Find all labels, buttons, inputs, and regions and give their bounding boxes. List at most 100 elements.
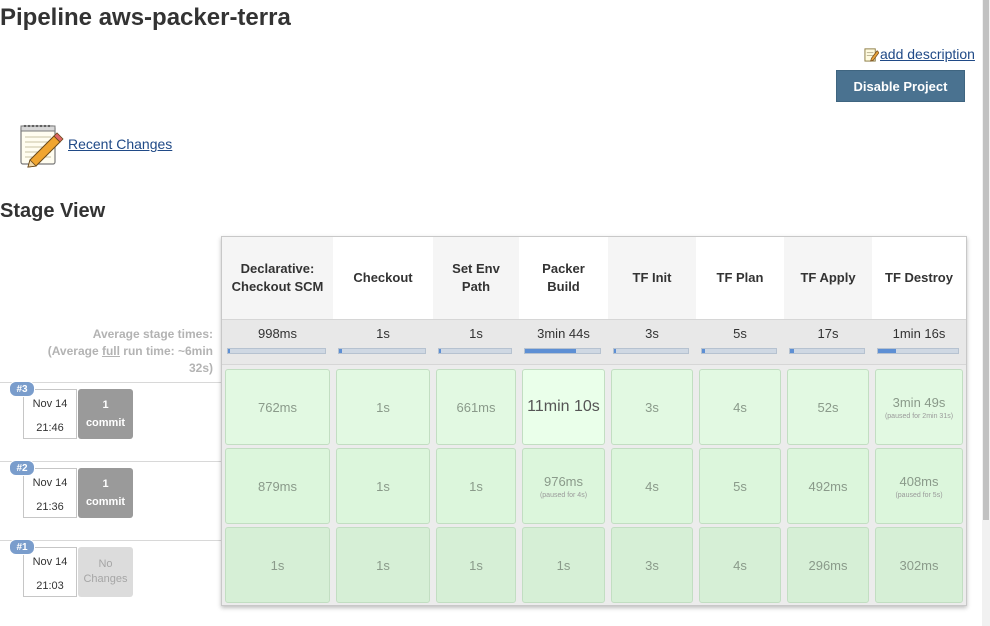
stage-cell[interactable]: 661ms (436, 369, 516, 445)
stage-duration: 52s (817, 399, 839, 415)
stage-duration: 3s (645, 399, 659, 415)
average-stage-time: 998ms (222, 320, 333, 364)
build-time: 21:36 (36, 501, 64, 513)
average-times-row: 998ms 1s 1s 3min 44s 3s 5s 17s 1min 16s (222, 319, 966, 365)
scrollbar-thumb[interactable] (983, 0, 989, 520)
stage-cell[interactable]: 762ms (225, 369, 330, 445)
stage-duration: 661ms (456, 399, 496, 415)
commits-label: commit (85, 496, 126, 508)
stage-duration: 1s (376, 399, 390, 415)
commits-label: commit (85, 417, 126, 429)
stage-cell[interactable]: 3s (611, 527, 693, 603)
average-time-bar (227, 348, 326, 354)
build-number-badge[interactable]: #3 (9, 381, 35, 397)
commits-count: 1 (102, 399, 109, 411)
stage-header: TF Destroy (872, 237, 966, 319)
stage-cell[interactable]: 11min 10s (522, 369, 605, 445)
average-time-bar-fill (790, 349, 795, 353)
stage-cell[interactable]: 976ms (paused for 4s) (522, 448, 605, 524)
average-stage-time-value: 17s (817, 326, 839, 341)
stage-cell[interactable]: 408ms (paused for 5s) (875, 448, 963, 524)
stage-duration: 879ms (257, 478, 298, 494)
stage-cell[interactable]: 3min 49s (paused for 2min 31s) (875, 369, 963, 445)
average-time-bar (613, 348, 689, 354)
avg-label-suffix: run time: ~6min (119, 344, 213, 358)
commits-label: Changes (83, 573, 128, 585)
average-stage-times-label: Average stage times: (Average full run t… (0, 326, 213, 377)
build-time: 21:46 (36, 422, 64, 434)
average-time-bar-fill (339, 349, 342, 353)
avg-label-line1: Average stage times: (92, 327, 213, 341)
add-description-link[interactable]: add description (880, 46, 975, 62)
average-time-bar-fill (614, 349, 617, 353)
average-time-bar-fill (878, 349, 896, 353)
average-time-bar-fill (439, 349, 442, 353)
stage-duration: 3min 49s (892, 394, 946, 410)
stage-cell[interactable]: 3s (611, 369, 693, 445)
stage-cell[interactable]: 4s (611, 448, 693, 524)
stage-duration: 5s (733, 478, 747, 494)
average-time-bar-fill (525, 349, 576, 353)
stage-duration: 302ms (899, 557, 939, 573)
stage-cell[interactable]: 1s (336, 527, 430, 603)
stage-header: Declarative: Checkout SCM (222, 237, 333, 319)
avg-label-full-link[interactable]: full (102, 344, 120, 358)
commits-count: 1 (102, 478, 109, 490)
average-stage-time: 1s (433, 320, 519, 364)
stage-cell[interactable]: 302ms (875, 527, 963, 603)
average-stage-time-value: 3s (645, 326, 659, 341)
build-date: Nov 14 (32, 556, 68, 568)
stage-cell[interactable]: 492ms (787, 448, 869, 524)
stage-cell[interactable]: 4s (699, 527, 781, 603)
average-stage-time-value: 998ms (257, 326, 298, 341)
stage-duration: 1s (469, 557, 483, 573)
average-time-bar (338, 348, 426, 354)
recent-changes-link[interactable]: Recent Changes (68, 136, 172, 152)
paused-note: (paused for 5s) (895, 491, 943, 499)
stage-duration: 4s (645, 478, 659, 494)
avg-label-prefix: (Average (47, 344, 102, 358)
stage-header: TF Init (608, 237, 696, 319)
paused-note: (paused for 4s) (539, 491, 588, 499)
commits-button[interactable]: 1 commit (78, 389, 133, 439)
stage-duration: 1s (270, 557, 285, 573)
stage-view-title: Stage View (0, 200, 106, 222)
build-row: #2 Nov 14 21:36 1 commit (0, 460, 221, 539)
stage-cell[interactable]: 1s (336, 448, 430, 524)
commits-button[interactable]: 1 commit (78, 468, 133, 518)
stage-header: TF Apply (784, 237, 872, 319)
stage-duration: 976ms (543, 473, 584, 489)
average-time-bar (789, 348, 865, 354)
stage-duration: 4s (733, 557, 747, 573)
average-stage-time: 1min 16s (872, 320, 966, 364)
commits-button[interactable]: No Changes (78, 547, 133, 597)
stage-duration: 1s (469, 478, 483, 494)
build-datetime: Nov 14 21:03 (23, 547, 77, 597)
vertical-scrollbar[interactable] (982, 0, 990, 626)
stage-cell[interactable]: 5s (699, 448, 781, 524)
avg-label-line2: (Average full run time: ~6min (0, 343, 213, 360)
stage-cell[interactable]: 1s (436, 448, 516, 524)
average-time-bar (524, 348, 601, 354)
build-date: Nov 14 (32, 398, 68, 410)
build-number-badge[interactable]: #1 (9, 539, 35, 555)
stage-cell[interactable]: 1s (522, 527, 605, 603)
commits-count: No (98, 558, 113, 570)
disable-project-button[interactable]: Disable Project (836, 70, 965, 102)
stage-cell[interactable]: 52s (787, 369, 869, 445)
stage-cell[interactable]: 1s (225, 527, 330, 603)
stage-duration: 296ms (808, 557, 848, 573)
average-stage-time: 5s (696, 320, 784, 364)
average-stage-time-value: 3min 44s (537, 326, 590, 341)
stage-cell[interactable]: 4s (699, 369, 781, 445)
add-description: add description (864, 46, 975, 62)
stage-cell[interactable]: 879ms (225, 448, 330, 524)
average-stage-time: 3s (608, 320, 696, 364)
build-number-badge[interactable]: #2 (9, 460, 35, 476)
page-title: Pipeline aws-packer-terra (0, 4, 291, 31)
build-datetime: Nov 14 21:46 (23, 389, 77, 439)
stage-cell[interactable]: 296ms (787, 527, 869, 603)
stage-cell[interactable]: 1s (436, 527, 516, 603)
stage-cell[interactable]: 1s (336, 369, 430, 445)
build-row: #1 Nov 14 21:03 No Changes (0, 539, 221, 618)
